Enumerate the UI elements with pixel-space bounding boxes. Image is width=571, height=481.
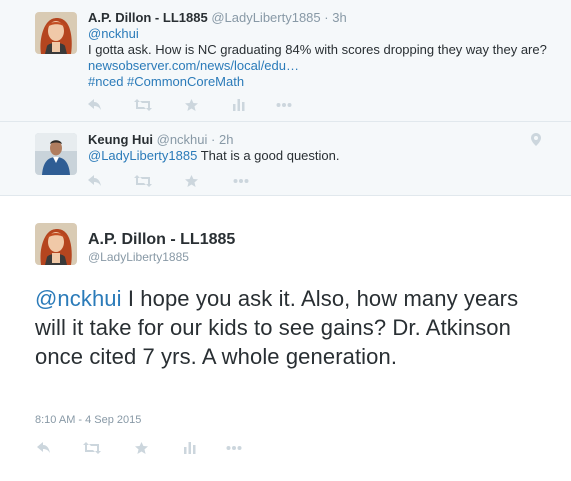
tweet-body: I gotta ask. How is NC graduating 84% wi…	[88, 42, 547, 57]
fullname[interactable]: A.P. Dillon - LL1885	[88, 231, 235, 249]
tweet-body: That is a good question.	[200, 148, 340, 163]
tweet-header: A.P. Dillon - LL1885 @LadyLiberty1885 · …	[88, 10, 347, 26]
geo-pin-icon[interactable]	[531, 133, 541, 151]
avatar[interactable]	[35, 12, 77, 54]
tweet-text: @LadyLiberty1885 That is a good question…	[88, 148, 528, 164]
timestamp[interactable]: 3h	[332, 10, 346, 25]
avatar[interactable]	[35, 223, 77, 265]
tweet-actions	[37, 441, 247, 457]
analytics-icon[interactable]	[233, 98, 245, 116]
timestamp[interactable]: 2h	[219, 132, 233, 147]
tweet-actions	[88, 98, 308, 114]
analytics-icon[interactable]	[184, 441, 196, 459]
avatar[interactable]	[35, 133, 77, 175]
favorite-icon[interactable]	[185, 174, 198, 192]
tweet-timestamp[interactable]: 8:10 AM - 4 Sep 2015	[35, 414, 141, 426]
hashtags[interactable]: #nced #CommonCoreMath	[88, 74, 244, 89]
reply-mention[interactable]: @nckhui	[88, 26, 139, 41]
context-tweet-2[interactable]: Keung Hui @nckhui · 2h @LadyLiberty1885 …	[0, 122, 571, 196]
reply-icon[interactable]	[88, 174, 102, 192]
tweet-link[interactable]: newsobserver.com/news/local/edu…	[88, 58, 299, 73]
more-icon[interactable]	[276, 98, 292, 116]
username[interactable]: @nckhui	[157, 132, 208, 147]
mention[interactable]: @nckhui	[35, 286, 122, 311]
retweet-icon[interactable]	[134, 174, 152, 192]
more-icon[interactable]	[226, 441, 242, 459]
tweet-text: @nckhui I hope you ask it. Also, how man…	[35, 284, 555, 371]
username[interactable]: @LadyLiberty1885	[88, 250, 189, 264]
retweet-icon[interactable]	[134, 98, 152, 116]
reply-icon[interactable]	[88, 98, 102, 116]
retweet-icon[interactable]	[83, 441, 101, 459]
tweet-actions	[88, 174, 268, 190]
favorite-icon[interactable]	[185, 98, 198, 116]
username[interactable]: @LadyLiberty1885	[211, 10, 320, 25]
tweet-header: Keung Hui @nckhui · 2h	[88, 132, 233, 148]
more-icon[interactable]	[233, 174, 249, 192]
favorite-icon[interactable]	[135, 441, 148, 459]
mention[interactable]: @LadyLiberty1885	[88, 148, 197, 163]
fullname[interactable]: Keung Hui	[88, 132, 153, 147]
separator: ·	[211, 132, 216, 147]
separator: ·	[324, 10, 329, 25]
fullname[interactable]: A.P. Dillon - LL1885	[88, 10, 208, 25]
context-tweet-1[interactable]: A.P. Dillon - LL1885 @LadyLiberty1885 · …	[0, 0, 571, 122]
reply-icon[interactable]	[37, 441, 51, 459]
tweet-text: @nckhui I gotta ask. How is NC graduatin…	[88, 26, 558, 90]
